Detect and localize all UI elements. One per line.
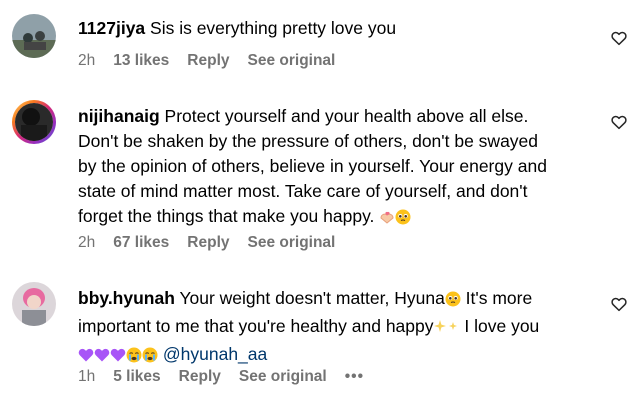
comment-body: Don't be shaken by the pressure of other… <box>78 131 539 151</box>
reply-button[interactable]: Reply <box>179 368 221 386</box>
comment-body: Sis is everything pretty love you <box>145 18 397 38</box>
comment-body: Your weight doesn't matter, Hyuna <box>174 288 445 308</box>
comment-body: It's more <box>460 288 533 308</box>
mention-link[interactable]: @hyunah_aa <box>163 344 267 364</box>
crying-face-icon <box>126 345 142 370</box>
comment-body: state of mind matter most. Take care of … <box>78 181 528 201</box>
avatar[interactable] <box>12 14 56 58</box>
comment-body: Protect yourself and your health above a… <box>159 106 529 126</box>
comment-body: forget the things that make you happy. <box>78 206 380 226</box>
heart-icon[interactable] <box>610 113 628 131</box>
comment-meta: 2h 67 likes Reply See original <box>78 234 353 252</box>
see-original-button[interactable]: See original <box>248 234 336 252</box>
comment-body: by the opinion of others, believe in you… <box>78 156 547 176</box>
comment-text: nijihanaig Protect yourself and your hea… <box>78 104 602 232</box>
sparkles-icon <box>433 317 460 342</box>
see-original-button[interactable]: See original <box>248 52 336 70</box>
purple-heart-icon <box>78 345 94 370</box>
see-original-button[interactable]: See original <box>239 368 327 386</box>
pleading-face-icon <box>395 207 411 232</box>
comment-text: bby.hyunah Your weight doesn't matter, H… <box>78 286 602 370</box>
crying-face-icon <box>142 345 158 370</box>
comment-meta: 2h 13 likes Reply See original <box>78 52 353 70</box>
comment-body: important to me that you're healthy and … <box>78 316 434 336</box>
likes-count[interactable]: 5 likes <box>113 368 160 386</box>
avatar[interactable] <box>12 100 56 144</box>
comment-text: 1127jiya Sis is everything pretty love y… <box>78 16 602 40</box>
heart-icon[interactable] <box>610 29 628 47</box>
username[interactable]: bby.hyunah <box>78 288 175 308</box>
purple-heart-icon <box>94 345 110 370</box>
avatar[interactable] <box>12 282 56 326</box>
heart-icon[interactable] <box>610 295 628 313</box>
timestamp: 1h <box>78 368 96 385</box>
reply-button[interactable]: Reply <box>187 52 229 70</box>
purple-heart-icon <box>110 345 126 370</box>
timestamp: 2h <box>78 234 96 251</box>
likes-count[interactable]: 67 likes <box>113 234 169 252</box>
username[interactable]: 1127jiya <box>78 18 145 38</box>
pleading-face-icon <box>445 289 461 314</box>
hands-heart-icon <box>379 207 395 232</box>
timestamp: 2h <box>78 52 96 69</box>
more-options-button[interactable]: ••• <box>345 368 364 386</box>
likes-count[interactable]: 13 likes <box>113 52 169 70</box>
username[interactable]: nijihanaig <box>78 106 160 126</box>
reply-button[interactable]: Reply <box>187 234 229 252</box>
comment-body: I love you <box>459 316 540 336</box>
comment-meta: 1h 5 likes Reply See original ••• <box>78 368 382 386</box>
